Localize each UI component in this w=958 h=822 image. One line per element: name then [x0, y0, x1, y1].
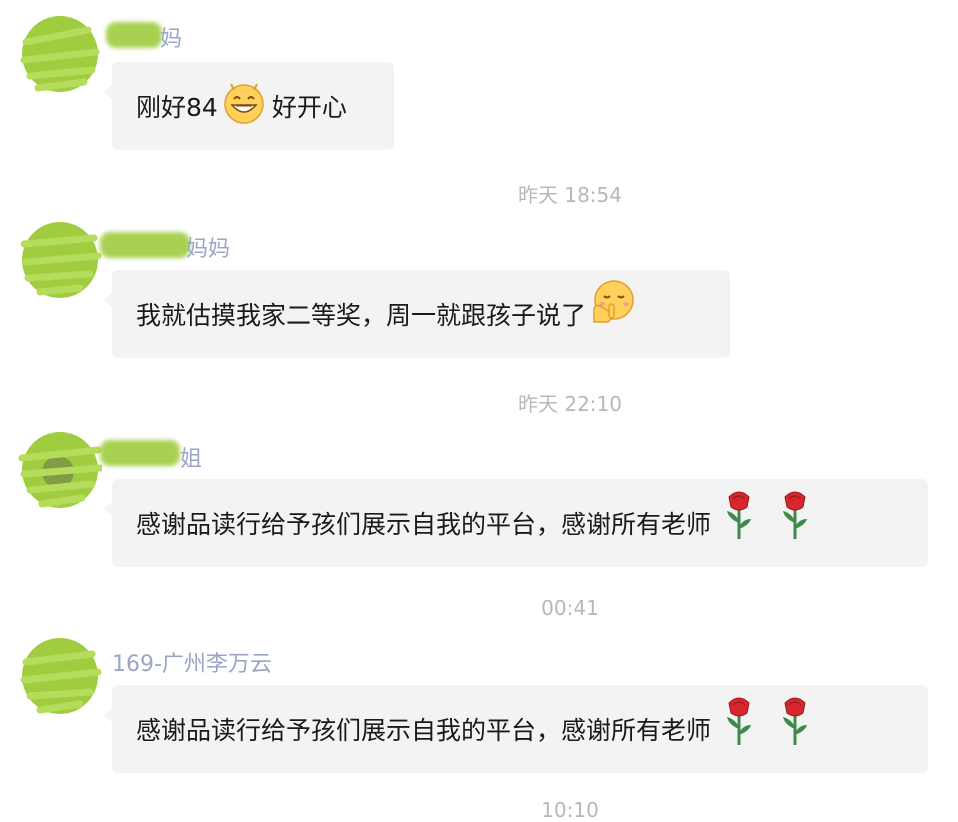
avatar[interactable] [18, 634, 102, 718]
rose-emoji-icon [779, 695, 811, 753]
sender-name: 妈妈 [186, 237, 231, 262]
sender-name-redaction [100, 232, 190, 258]
message-bubble[interactable]: 感谢品读行给予孩们展示自我的平台，感谢所有老师 [104, 685, 928, 773]
avatar[interactable] [18, 12, 102, 96]
avatar[interactable] [18, 428, 102, 512]
message-bubble[interactable]: 感谢品读行给予孩们展示自我的平台，感谢所有老师 [104, 479, 928, 567]
rose-emoji-icon [723, 489, 755, 547]
rose-emoji-icon [779, 489, 811, 547]
message-text: 我就估摸我家二等奖，周一就跟孩子说了 [136, 301, 587, 330]
timestamp: 10:10 [541, 798, 599, 822]
timestamp: 昨天 18:54 [518, 183, 622, 207]
message-text: 感谢品读行给予孩们展示自我的平台，感谢所有老师 [136, 510, 712, 539]
avatar[interactable] [18, 218, 102, 302]
sender-name-redaction [100, 440, 180, 466]
rose-emoji-icon [723, 695, 755, 753]
sender-name: 妈 [160, 27, 183, 52]
timestamp: 00:41 [541, 596, 599, 620]
message-bubble[interactable]: 刚好84 好开心 [104, 62, 394, 150]
sender-name-redaction [106, 22, 162, 48]
shush-emoji-icon [588, 278, 636, 332]
grin-emoji-icon [222, 81, 266, 131]
timestamp: 昨天 22:10 [518, 392, 622, 416]
message-text: 好开心 [271, 93, 347, 122]
message-bubble[interactable]: 我就估摸我家二等奖，周一就跟孩子说了 [104, 270, 730, 358]
message-text: 刚好84 [136, 93, 218, 122]
sender-name: 169-广州李万云 [112, 652, 272, 677]
message-text: 感谢品读行给予孩们展示自我的平台，感谢所有老师 [136, 716, 712, 745]
sender-name: 姐 [180, 447, 203, 472]
